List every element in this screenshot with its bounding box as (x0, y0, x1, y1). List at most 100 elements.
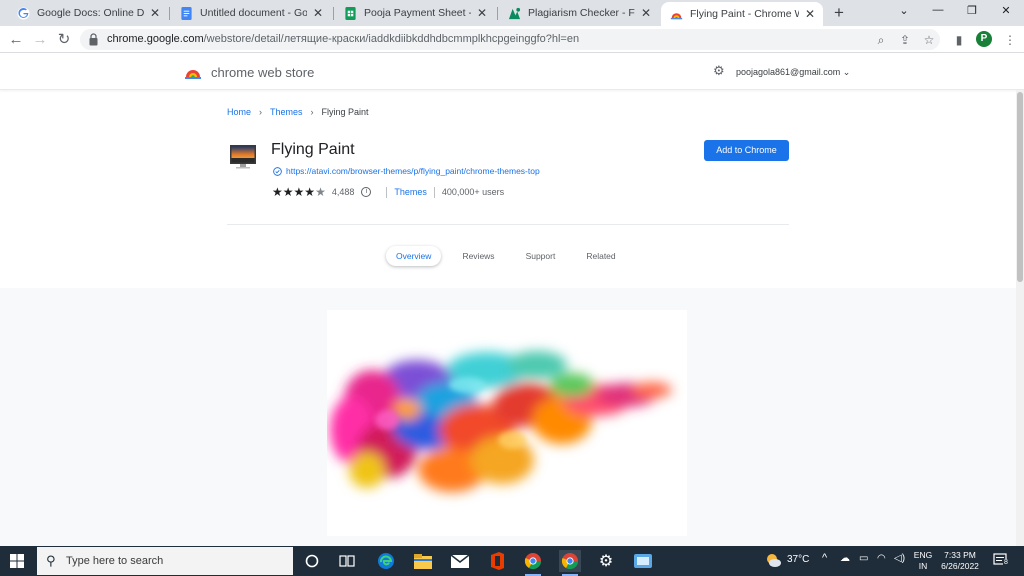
theme-preview-image[interactable] (327, 310, 687, 536)
docs-icon (179, 6, 193, 20)
language-code: ENG (913, 550, 933, 560)
item-website-link[interactable]: https://atavi.com/browser-themes/p/flyin… (273, 166, 540, 176)
star-filled-icon: ★ (272, 185, 283, 199)
notifications-icon[interactable]: 8 (993, 552, 1009, 571)
webstore-icon (669, 7, 683, 21)
weather-temperature[interactable]: 37°C (787, 554, 809, 565)
browser-tab-google-docs[interactable]: Google Docs: Online Docume ✕ (8, 2, 168, 24)
store-title[interactable]: chrome web store (211, 65, 314, 80)
clock-time: 7:33 PM (944, 550, 976, 560)
tab-related[interactable]: Related (576, 246, 625, 266)
chevron-right-icon: › (259, 107, 263, 117)
add-to-chrome-button[interactable]: Add to Chrome (704, 140, 789, 161)
profile-avatar[interactable]: P (976, 31, 992, 47)
windows-start-icon[interactable] (10, 554, 24, 568)
chevron-up-icon[interactable]: ^ (822, 552, 827, 564)
cloud-icon[interactable]: ☁ (840, 553, 850, 564)
close-tab-icon[interactable]: ✕ (313, 6, 323, 20)
search-placeholder: Type here to search (66, 555, 164, 567)
share-icon[interactable]: ⇪ (898, 33, 912, 47)
settings-gear-icon[interactable]: ⚙ (595, 550, 617, 572)
taskbar-app-icon[interactable] (632, 550, 654, 572)
address-bar[interactable]: chrome.google.com/webstore/detail/летящи… (80, 29, 940, 50)
lock-icon (89, 33, 98, 46)
tab-support[interactable]: Support (516, 246, 566, 266)
tab-title: Google Docs: Online Docume (37, 7, 144, 19)
close-tab-icon[interactable]: ✕ (150, 6, 160, 20)
chrome-profile-1-icon[interactable] (522, 550, 544, 576)
tab-title: Untitled document - Google (200, 7, 307, 19)
tab-separator (497, 7, 498, 20)
region-code: IN (918, 561, 928, 571)
side-panel-icon[interactable]: ▮ (951, 32, 967, 48)
info-icon[interactable]: i (361, 187, 372, 197)
browser-tab-flying-paint[interactable]: Flying Paint - Chrome Web S ✕ (661, 2, 823, 26)
battery-icon[interactable]: ▭ (859, 553, 868, 564)
office-icon[interactable] (486, 550, 508, 572)
sheets-icon (343, 6, 357, 20)
windows-taskbar: ⚲ Type here to search ⚙ 37°C ^ ☁ ▭ ◠ ◁) … (0, 546, 1024, 576)
store-header: chrome web store ⚙ poojagola861@gmail.co… (0, 54, 1024, 90)
breadcrumb-current: Flying Paint (321, 107, 369, 117)
tab-search-chevron-icon[interactable]: ⌄ (889, 4, 919, 20)
account-menu[interactable]: poojagola861@gmail.com ⌄ (736, 67, 850, 78)
zoom-icon[interactable]: ⌕ (874, 33, 888, 47)
chevron-right-icon: › (310, 107, 314, 117)
task-view-icon[interactable] (336, 550, 358, 572)
paint-splash-image (330, 351, 672, 492)
rating-count[interactable]: 4,488 (332, 187, 355, 197)
close-window-icon[interactable]: ✕ (991, 4, 1021, 20)
star-rating: ★ ★ ★ ★ ★ (272, 186, 326, 198)
file-explorer-icon[interactable] (412, 550, 434, 572)
bookmark-star-icon[interactable]: ☆ (922, 33, 936, 47)
new-tab-button[interactable]: + (830, 4, 848, 22)
verified-check-icon (273, 166, 282, 176)
star-filled-icon: ★ (282, 185, 294, 199)
url-host: chrome.google.com (107, 33, 204, 45)
gear-icon[interactable]: ⚙ (713, 64, 727, 78)
back-arrow-icon[interactable]: ← (7, 31, 25, 49)
page-scrollbar[interactable] (1016, 90, 1024, 546)
close-tab-icon[interactable]: ✕ (477, 6, 487, 20)
mail-icon[interactable] (449, 550, 471, 572)
star-filled-icon: ★ (293, 185, 305, 199)
close-tab-icon[interactable]: ✕ (641, 6, 651, 20)
star-filled-icon: ★ (304, 185, 316, 199)
tab-title: Plagiarism Checker - Free & (528, 7, 635, 19)
breadcrumb-home-link[interactable]: Home (227, 107, 251, 117)
browser-tab-strip: Google Docs: Online Docume ✕ Untitled do… (0, 0, 1024, 26)
browser-tab-untitled-document[interactable]: Untitled document - Google ✕ (171, 2, 331, 24)
taskbar-search-box[interactable]: ⚲ Type here to search (37, 547, 293, 575)
section-divider (227, 224, 789, 225)
chrome-profile-2-icon[interactable] (559, 550, 581, 576)
webstore-logo-icon[interactable] (185, 65, 201, 79)
user-count: 400,000+ users (441, 187, 505, 197)
browser-tab-pooja-payment-sheet[interactable]: Pooja Payment Sheet - Goog ✕ (335, 2, 495, 24)
wifi-icon[interactable]: ◠ (877, 553, 886, 564)
item-title: Flying Paint (271, 141, 355, 158)
cortana-icon[interactable] (301, 550, 323, 572)
input-language[interactable]: ENG IN (911, 550, 935, 572)
restore-icon[interactable]: ❐ (957, 4, 987, 20)
clock[interactable]: 7:33 PM 6/26/2022 (936, 550, 984, 572)
weather-icon[interactable] (764, 552, 782, 571)
tab-reviews[interactable]: Reviews (452, 246, 504, 266)
chevron-down-icon: ⌄ (842, 67, 851, 77)
minimize-icon[interactable]: — (923, 4, 953, 20)
theme-thumbnail-icon (230, 145, 256, 169)
reload-icon[interactable]: ↻ (55, 31, 73, 49)
close-tab-icon[interactable]: ✕ (805, 7, 815, 21)
scrollbar-thumb[interactable] (1017, 92, 1023, 282)
volume-icon[interactable]: ◁) (894, 553, 905, 564)
breadcrumb-themes-link[interactable]: Themes (270, 107, 303, 117)
tab-title: Pooja Payment Sheet - Goog (364, 7, 471, 19)
browser-tab-plagiarism-checker[interactable]: Plagiarism Checker - Free & ✕ (499, 2, 659, 24)
forward-arrow-icon[interactable]: → (31, 31, 49, 49)
clock-date: 6/26/2022 (941, 561, 979, 571)
url-text: chrome.google.com/webstore/detail/летящи… (107, 33, 579, 45)
menu-kebab-icon[interactable]: ⋮ (1002, 32, 1018, 48)
detail-tabs: Overview Reviews Support Related (386, 246, 637, 266)
category-link[interactable]: Themes (394, 187, 427, 197)
edge-browser-icon[interactable] (375, 550, 397, 572)
tab-overview[interactable]: Overview (386, 246, 442, 266)
